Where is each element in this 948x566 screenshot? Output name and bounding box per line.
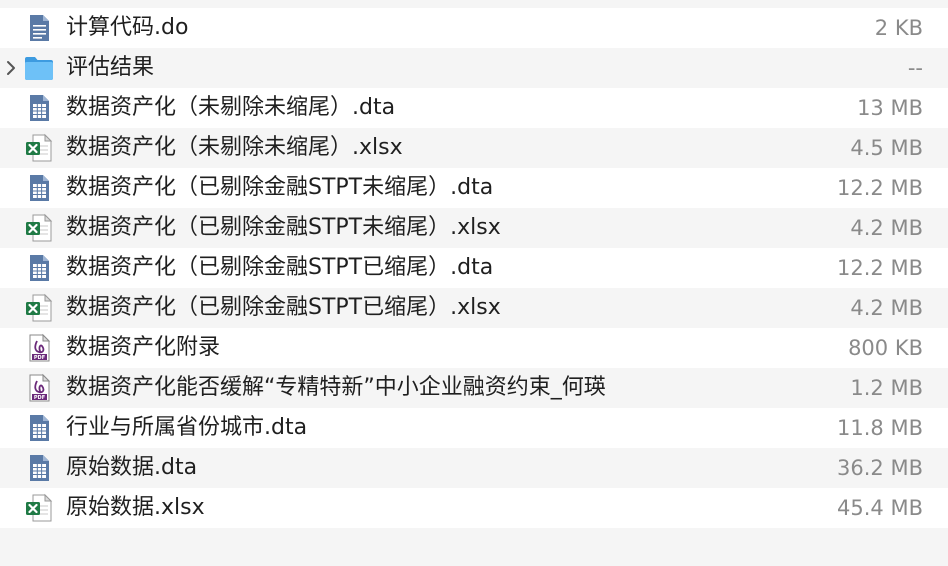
file-name: 数据资产化附录 <box>66 335 221 360</box>
file-name: 数据资产化（未剔除未缩尾）.xlsx <box>66 135 403 160</box>
file-row[interactable]: 计算代码.do 2 KB <box>0 8 948 48</box>
file-size: 4.2 MB <box>850 216 923 240</box>
file-name: 评估结果 <box>66 55 155 80</box>
file-size: 4.2 MB <box>850 296 923 320</box>
file-name: 原始数据.xlsx <box>66 495 205 520</box>
file-name: 数据资产化能否缓解“专精特新”中小企业融资约束_何瑛 <box>66 375 606 400</box>
file-row[interactable]: 评估结果 -- <box>0 48 948 88</box>
file-size: 2 KB <box>874 16 923 40</box>
disclosure-chevron-icon[interactable] <box>3 59 19 77</box>
file-size: 12.2 MB <box>837 176 923 200</box>
dta-icon <box>24 413 54 443</box>
file-name: 行业与所属省份城市.dta <box>66 415 308 440</box>
file-size: 13 MB <box>857 96 923 120</box>
file-name: 数据资产化（未剔除未缩尾）.dta <box>66 95 396 120</box>
excel-icon <box>24 133 54 163</box>
dta-icon <box>24 253 54 283</box>
file-row[interactable]: 数据资产化（已剔除金融STPT已缩尾）.dta 12.2 MB <box>0 248 948 288</box>
file-size: 4.5 MB <box>850 136 923 160</box>
file-name: 原始数据.dta <box>66 455 198 480</box>
svg-text:PDF: PDF <box>34 395 45 401</box>
file-row[interactable]: PDF 数据资产化附录 800 KB <box>0 328 948 368</box>
file-row[interactable]: 行业与所属省份城市.dta 11.8 MB <box>0 408 948 448</box>
file-name: 数据资产化（已剔除金融STPT已缩尾）.dta <box>66 255 494 280</box>
dta-icon <box>24 93 54 123</box>
file-name: 计算代码.do <box>66 15 189 40</box>
file-size: 36.2 MB <box>837 456 923 480</box>
pdf-icon: PDF <box>24 373 54 403</box>
file-size: 45.4 MB <box>837 496 923 520</box>
excel-icon <box>24 213 54 243</box>
excel-icon <box>24 493 54 523</box>
file-row[interactable]: 数据资产化（未剔除未缩尾）.xlsx 4.5 MB <box>0 128 948 168</box>
file-list: 计算代码.do 2 KB 评估结果 -- 数据资产化（未剔除未缩尾）.dta 13 M… <box>0 8 948 528</box>
file-name: 数据资产化（已剔除金融STPT已缩尾）.xlsx <box>66 295 501 320</box>
dta-icon <box>24 453 54 483</box>
file-size: 12.2 MB <box>837 256 923 280</box>
file-row[interactable]: 数据资产化（已剔除金融STPT未缩尾）.dta 12.2 MB <box>0 168 948 208</box>
dta-icon <box>24 173 54 203</box>
svg-text:PDF: PDF <box>34 355 45 361</box>
file-name: 数据资产化（已剔除金融STPT未缩尾）.dta <box>66 175 494 200</box>
excel-icon <box>24 293 54 323</box>
file-row[interactable]: 数据资产化（已剔除金融STPT未缩尾）.xlsx 4.2 MB <box>0 208 948 248</box>
file-name: 数据资产化（已剔除金融STPT未缩尾）.xlsx <box>66 215 501 240</box>
file-size: 1.2 MB <box>850 376 923 400</box>
pdf-icon: PDF <box>24 333 54 363</box>
file-row[interactable]: 数据资产化（未剔除未缩尾）.dta 13 MB <box>0 88 948 128</box>
file-row[interactable]: PDF 数据资产化能否缓解“专精特新”中小企业融资约束_何瑛 1.2 MB <box>0 368 948 408</box>
file-size: 800 KB <box>848 336 923 360</box>
folder-icon <box>24 53 54 83</box>
file-size: -- <box>907 56 923 80</box>
file-size: 11.8 MB <box>837 416 923 440</box>
file-row[interactable]: 原始数据.xlsx 45.4 MB <box>0 488 948 528</box>
document-icon <box>24 13 54 43</box>
file-row[interactable]: 数据资产化（已剔除金融STPT已缩尾）.xlsx 4.2 MB <box>0 288 948 328</box>
file-row[interactable]: 原始数据.dta 36.2 MB <box>0 448 948 488</box>
